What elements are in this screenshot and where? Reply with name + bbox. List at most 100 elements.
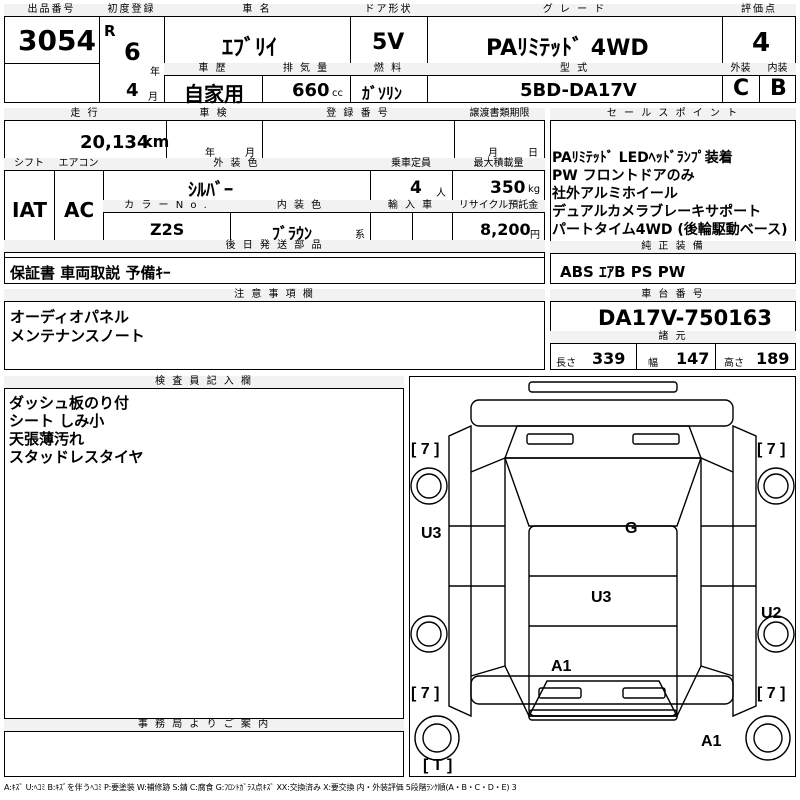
air-conditioner: AC (64, 198, 95, 222)
mileage: 20,134 (80, 132, 150, 153)
import-label: 輸 入 車 (370, 200, 452, 213)
grade-label: グ レ ー ド (427, 4, 722, 17)
tire-front-right-inner (763, 473, 789, 499)
recycle-fee: 8,200 (480, 220, 531, 239)
rear-bumper (528, 709, 678, 721)
caution-line: メンテナンスノート (10, 327, 145, 345)
reg-no-label: 登 録 番 号 (262, 108, 454, 121)
inspector-label: 検 査 員 記 入 欄 (4, 376, 404, 389)
front-bumper (528, 381, 678, 393)
inspector-note-line: 天張薄汚れ (9, 430, 85, 448)
spare-tire (414, 715, 460, 761)
car-damage-diagram: [ 7 ] [ 7 ] [ 7 ] [ 7 ] [ T ] U3 G U3 U2… (410, 381, 795, 774)
mark-right-side: U2 (761, 605, 782, 622)
int-color-label: 内 装 色 (230, 200, 370, 213)
height: 189 (756, 349, 790, 368)
right-side (732, 424, 757, 718)
mark-rear-bumper: A1 (701, 733, 722, 750)
sales-points-text: PAﾘﾐﾃｯﾄﾞ LEDﾍｯﾄﾞﾗﾝﾌﾟ装着 PW フロントドアのみ 社外アルミホイ… (552, 149, 788, 239)
transfer-day-unit: 日 (528, 148, 538, 159)
divider (722, 4, 723, 103)
office-label: 事 務 局 よ り ご 案 内 (4, 719, 404, 732)
shift-label: シフト (4, 158, 54, 171)
inspection-month-unit: 月 (245, 148, 255, 159)
interior-score: B (770, 76, 787, 101)
right-side-panel (700, 456, 734, 677)
divider (4, 63, 99, 64)
exterior-color: ｼﾙﾊﾞｰ (188, 180, 233, 201)
inspector-note-line: シート しみ小 (9, 412, 105, 430)
sales-point-line: 社外アルミホイール (552, 186, 678, 202)
chassis-label: 車 台 番 号 (550, 289, 796, 302)
recycle-unit: 円 (530, 230, 540, 241)
int-color-unit: 系 (355, 230, 365, 241)
equipment-label: 純 正 装 備 (550, 241, 796, 254)
divider (99, 4, 100, 103)
spare-tire-outer-right (745, 715, 791, 761)
rear-panel (504, 665, 702, 717)
chassis-number: DA17V-750163 (598, 306, 773, 330)
car-name: ｴﾌﾞﾘｲ (222, 36, 278, 61)
legend-text: A:ｷｽﾞ U:ﾍｺﾐ B:ｷｽﾞを伴うﾍｺﾐ P:要塗装 W:補修跡 S:錆 … (4, 783, 517, 792)
capacity: 4 (410, 178, 422, 198)
mileage-label: 走 行 (4, 108, 166, 121)
mark-tire-front-right: [ 7 ] (757, 441, 785, 458)
door-type: 5V (372, 30, 405, 55)
tail-light (622, 687, 666, 699)
divider (636, 344, 637, 370)
tail-light (538, 687, 582, 699)
transfer-month-unit: 月 (488, 148, 498, 159)
inspection-label: 車 検 (166, 108, 262, 121)
model-label: 型 式 (427, 63, 722, 76)
spare-tire-inner (422, 723, 452, 753)
load-label: 最大積載量 (452, 158, 545, 171)
shift: IAT (12, 198, 48, 222)
displacement: 660 (292, 80, 330, 101)
length: 339 (592, 349, 626, 368)
inspector-text: ダッシュ板のり付 シート しみ小 天張薄汚れ スタッドレスタイヤ (9, 394, 144, 466)
hood (503, 425, 703, 459)
lot-number: 3054 (18, 24, 96, 57)
mark-tire-rear-left: [ 7 ] (411, 685, 439, 702)
fuel: ｶﾞｿﾘﾝ (362, 84, 403, 103)
color-no-label: カ ラ ー N o . (103, 200, 230, 213)
load-unit: kg (528, 184, 541, 195)
score-label: 評価点 (722, 4, 796, 17)
front-grille (632, 433, 680, 445)
interior-label: 内装 (759, 63, 796, 76)
mark-roof-mid: U3 (591, 589, 612, 606)
exterior-label: 外装 (722, 63, 759, 76)
lot-label: 出品番号 (4, 4, 99, 17)
length-label: 長さ (556, 358, 576, 369)
sales-point-line: パートタイム4WD (後輪駆動ベース) (552, 222, 788, 238)
mark-tire-rear-right: [ 7 ] (757, 685, 785, 702)
caution-text: オーディオパネル メンテナンスノート (10, 308, 145, 346)
history-label: 車 歴 (164, 63, 262, 76)
displacement-label: 排 気 量 (262, 63, 350, 76)
divider (164, 4, 165, 103)
model: 5BD-DA17V (520, 80, 637, 101)
recycle-label: リサイクル預託金 (452, 200, 545, 213)
grade: PAﾘﾐﾃｯﾄﾞ 4WD (486, 36, 649, 61)
fuel-label: 燃 料 (350, 63, 427, 76)
front-grille (526, 433, 574, 445)
tire-rear-left-inner (416, 621, 442, 647)
score: 4 (752, 28, 771, 58)
later-parts-text: 保証書 車両取説 予備ｷｰ (10, 264, 171, 282)
reg-year: 6 (124, 38, 141, 66)
year-unit: 年 (150, 67, 160, 78)
spare-tire-inner-right (753, 723, 783, 753)
mark-roof: G (625, 520, 637, 537)
windshield (504, 457, 702, 527)
sales-points-label: セ ー ル ス ポ イ ン ト (550, 108, 796, 121)
mileage-unit: km (142, 132, 170, 151)
left-side (448, 424, 472, 718)
height-label: 高さ (724, 358, 744, 369)
width: 147 (676, 349, 710, 368)
width-label: 幅 (648, 358, 658, 369)
mark-spare-tire: [ T ] (423, 757, 452, 774)
reg-month: 4 (126, 80, 139, 101)
later-parts-label: 後 日 発 送 部 品 (4, 240, 545, 253)
max-load: 350 (490, 178, 526, 198)
capacity-unit: 人 (436, 188, 446, 199)
